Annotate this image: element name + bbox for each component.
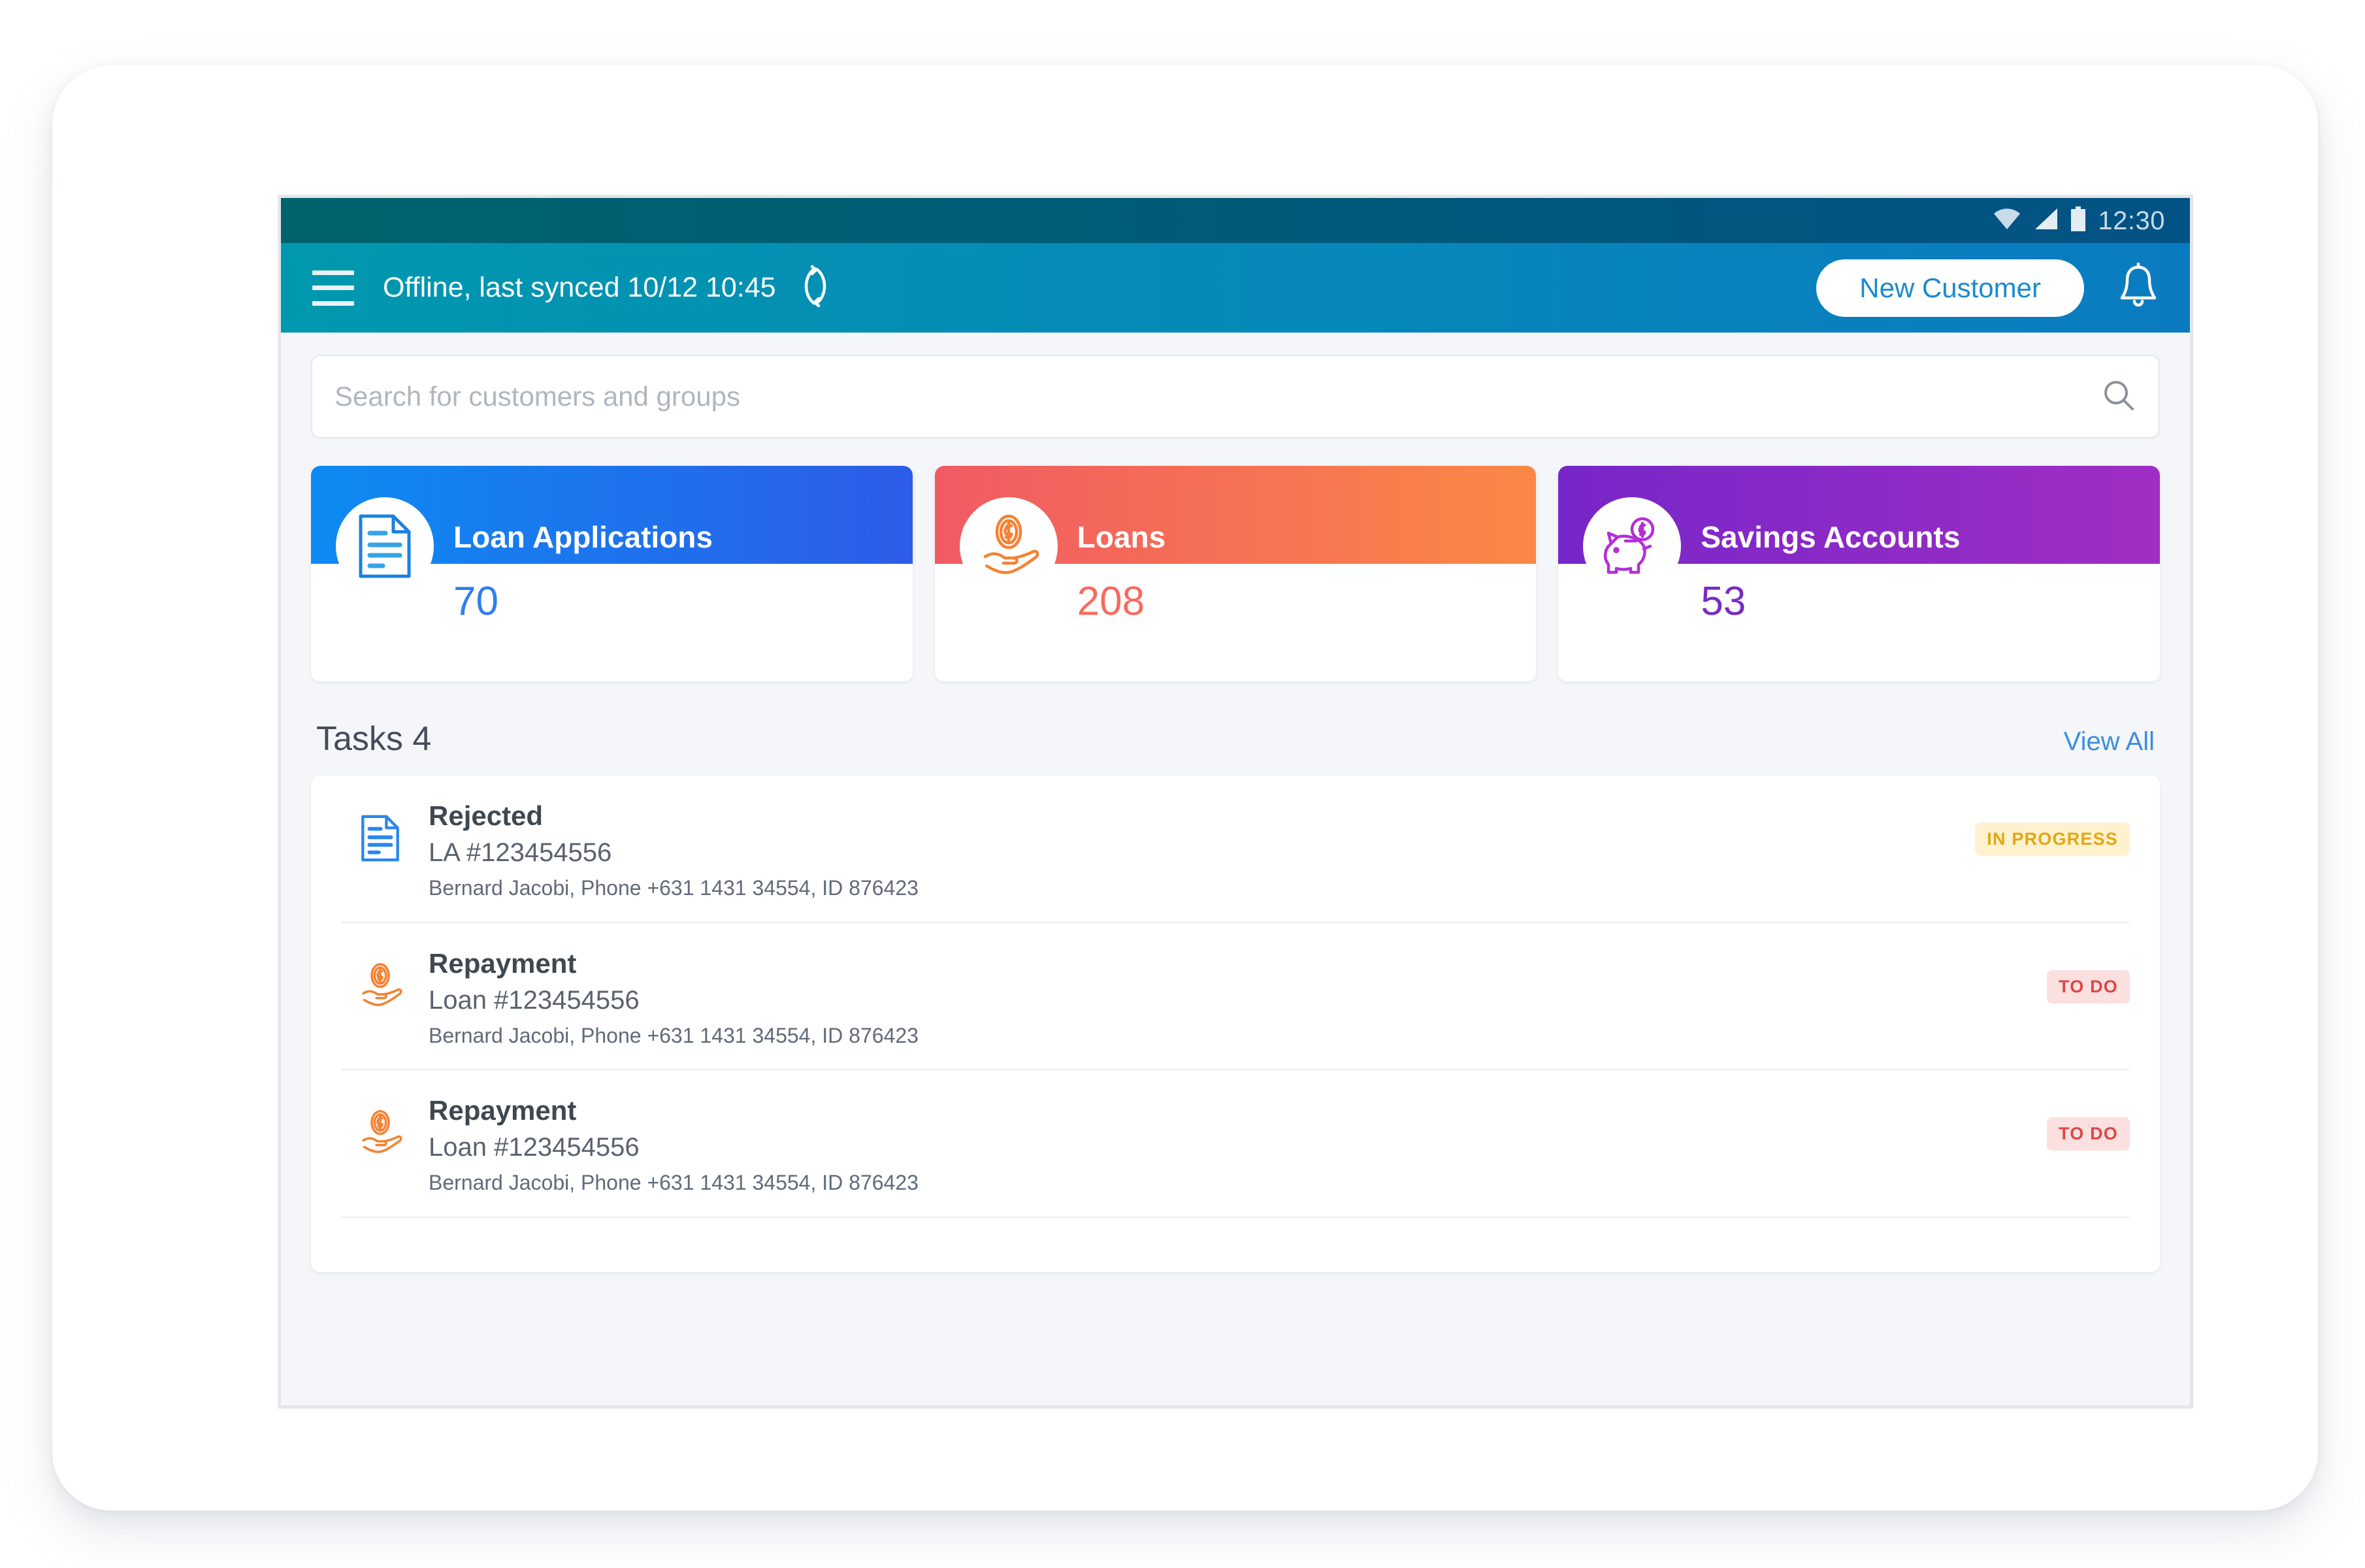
device-frame: 12:30 Offline, last synced 10/12 10:45 N… bbox=[52, 65, 2318, 1511]
table-row[interactable]: Repayment Loan #123454556 Bernard Jacobi… bbox=[341, 1070, 2130, 1218]
screen-content: Loan Applications 70 bbox=[281, 333, 2190, 1272]
hand-holding-coin-icon bbox=[959, 497, 1058, 595]
stat-cards-row: Loan Applications 70 Loans 208 Savings A… bbox=[311, 466, 2161, 681]
task-reference: Loan #123454556 bbox=[429, 985, 640, 1015]
task-reference: Loan #123454556 bbox=[429, 1133, 640, 1162]
task-title: Rejected bbox=[429, 800, 544, 831]
battery-icon bbox=[2070, 206, 2087, 235]
status-badge: IN PROGRESS bbox=[1975, 823, 2130, 856]
task-status: IN PROGRESS bbox=[1975, 799, 2130, 856]
stat-card-value: 53 bbox=[1701, 579, 1746, 624]
new-customer-button[interactable]: New Customer bbox=[1816, 259, 2084, 317]
hand-holding-coin-icon bbox=[341, 1094, 419, 1158]
sync-status-text: Offline, last synced 10/12 10:45 bbox=[383, 272, 776, 303]
stat-card-label: Savings Accounts bbox=[1701, 520, 1961, 554]
task-text: Rejected LA #123454556 Bernard Jacobi, P… bbox=[419, 799, 1975, 902]
stat-card-value: 208 bbox=[1077, 579, 1145, 624]
stat-card-label: Loans bbox=[1077, 520, 1166, 554]
document-icon bbox=[336, 497, 434, 595]
stat-card-loans[interactable]: Loans 208 bbox=[934, 466, 1537, 681]
status-bar-clock: 12:30 bbox=[2098, 206, 2165, 235]
stat-card-value: 70 bbox=[453, 579, 498, 624]
view-all-link[interactable]: View All bbox=[2064, 727, 2155, 757]
task-text: Repayment Loan #123454556 Bernard Jacobi… bbox=[419, 1094, 2047, 1197]
document-icon bbox=[341, 799, 419, 863]
stat-card-loan-applications[interactable]: Loan Applications 70 bbox=[311, 466, 913, 681]
task-title: Repayment bbox=[429, 1095, 577, 1126]
search-input[interactable] bbox=[334, 381, 2088, 412]
search-bar[interactable] bbox=[311, 355, 2160, 438]
piggy-bank-icon bbox=[1583, 497, 1682, 595]
hamburger-bar bbox=[312, 270, 354, 275]
notification-bell-icon[interactable] bbox=[2117, 262, 2160, 314]
task-status: TO DO bbox=[2046, 1094, 2130, 1151]
search-icon[interactable] bbox=[2101, 378, 2136, 416]
task-meta: Bernard Jacobi, Phone +631 1431 34554, I… bbox=[429, 1023, 919, 1047]
task-meta: Bernard Jacobi, Phone +631 1431 34554, I… bbox=[429, 876, 919, 900]
stat-card-label: Loan Applications bbox=[453, 520, 713, 554]
task-title: Repayment bbox=[429, 947, 577, 979]
hamburger-bar bbox=[312, 286, 354, 290]
tasks-title: Tasks 4 bbox=[316, 720, 432, 758]
task-text: Repayment Loan #123454556 Bernard Jacobi… bbox=[419, 947, 2047, 1050]
hamburger-menu-icon[interactable] bbox=[312, 270, 354, 306]
wifi-icon bbox=[1993, 207, 2021, 234]
app-bar: Offline, last synced 10/12 10:45 New Cus… bbox=[281, 243, 2190, 333]
task-reference: LA #123454556 bbox=[429, 838, 612, 868]
stat-card-savings-accounts[interactable]: Savings Accounts 53 bbox=[1558, 466, 2161, 681]
android-status-bar: 12:30 bbox=[281, 198, 2190, 243]
status-badge: TO DO bbox=[2046, 1117, 2130, 1151]
task-status: TO DO bbox=[2046, 947, 2130, 1004]
hand-holding-coin-icon bbox=[341, 947, 419, 1011]
table-row[interactable]: Rejected LA #123454556 Bernard Jacobi, P… bbox=[341, 776, 2130, 923]
tasks-list: Rejected LA #123454556 Bernard Jacobi, P… bbox=[311, 776, 2160, 1272]
cellular-signal-icon bbox=[2032, 207, 2059, 234]
table-row[interactable]: Repayment Loan #123454556 Bernard Jacobi… bbox=[341, 923, 2130, 1071]
app-screen: 12:30 Offline, last synced 10/12 10:45 N… bbox=[278, 195, 2193, 1409]
task-meta: Bernard Jacobi, Phone +631 1431 34554, I… bbox=[429, 1171, 919, 1195]
hamburger-bar bbox=[312, 301, 354, 306]
status-badge: TO DO bbox=[2046, 970, 2130, 1004]
tasks-header: Tasks 4 View All bbox=[311, 719, 2160, 759]
sync-refresh-icon[interactable] bbox=[796, 263, 835, 313]
